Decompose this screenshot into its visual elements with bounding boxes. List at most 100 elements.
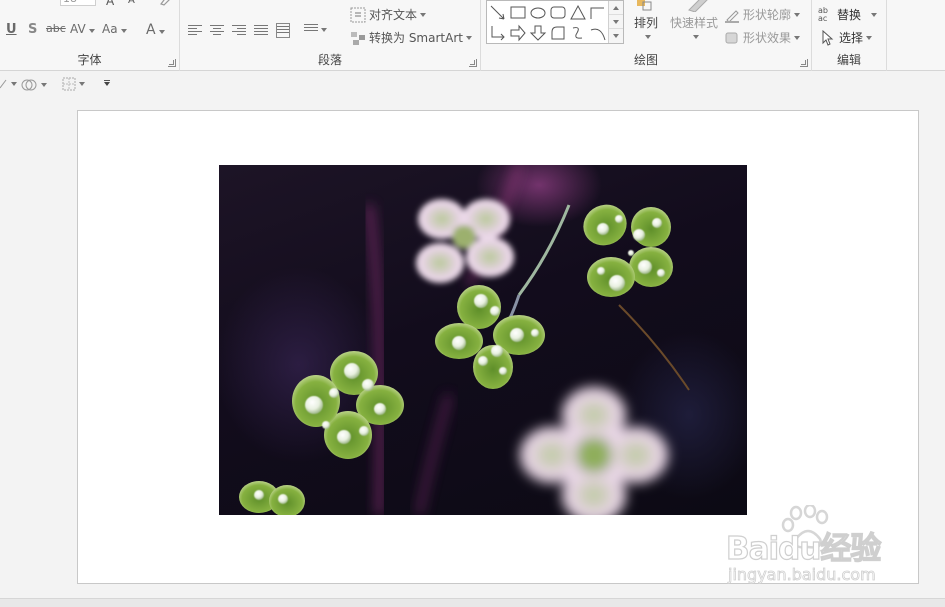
chevron-down-icon bbox=[11, 82, 17, 86]
arrange-icon bbox=[637, 0, 652, 11]
status-bar bbox=[0, 598, 945, 607]
shape-outline-button[interactable]: 形状轮廓 bbox=[724, 6, 801, 23]
chevron-down-icon bbox=[465, 35, 472, 40]
gallery-scroll[interactable] bbox=[608, 1, 623, 43]
shape-effects-button[interactable]: 形状效果 bbox=[724, 29, 801, 46]
shape-effects-icon bbox=[724, 30, 740, 46]
align-text-icon bbox=[350, 7, 366, 23]
editing-group: ab ac 替换 选择 编辑 bbox=[812, 0, 887, 71]
line-spacing-icon[interactable] bbox=[320, 0, 334, 8]
chevron-down-icon bbox=[644, 35, 651, 39]
paragraph-dialog-launcher-icon[interactable] bbox=[469, 59, 477, 67]
shadow-button[interactable]: S bbox=[28, 22, 37, 37]
clover-dewdrops-photo[interactable] bbox=[219, 165, 747, 515]
char-spacing-label: AV bbox=[70, 22, 86, 36]
font-color-button[interactable]: A bbox=[146, 22, 165, 38]
grid-icon bbox=[62, 77, 76, 91]
shape-effects-label: 形状效果 bbox=[743, 31, 792, 45]
align-text-button[interactable]: 对齐文本 bbox=[350, 6, 427, 23]
shape-outline-label: 形状轮廓 bbox=[743, 8, 792, 22]
chevron-down-icon bbox=[794, 35, 801, 40]
align-right-icon[interactable] bbox=[232, 25, 246, 37]
scroll-down-icon[interactable] bbox=[609, 15, 623, 29]
gallery-more-icon[interactable] bbox=[609, 29, 623, 43]
quick-styles-button[interactable]: 快速样式 bbox=[670, 0, 718, 39]
align-center-icon[interactable] bbox=[210, 25, 224, 37]
editing-group-label: 编辑 bbox=[836, 53, 861, 67]
smartart-icon bbox=[350, 30, 366, 46]
chevron-down-icon bbox=[871, 12, 878, 17]
convert-smartart-button[interactable]: 转换为 SmartArt bbox=[350, 29, 472, 46]
font-group: 18 A A U S abc AV Aa A 字体 bbox=[0, 0, 180, 71]
replace-icon: ab ac bbox=[818, 5, 828, 23]
shape-style-button[interactable] bbox=[20, 77, 47, 93]
slide-canvas[interactable] bbox=[77, 110, 919, 584]
scroll-up-icon[interactable] bbox=[609, 1, 623, 15]
select-button[interactable]: 选择 bbox=[820, 29, 873, 46]
indent-icon[interactable] bbox=[268, 0, 282, 8]
shapes-gallery[interactable] bbox=[486, 0, 624, 44]
fill-icon bbox=[0, 79, 7, 89]
grow-font-button[interactable]: A bbox=[106, 0, 114, 8]
chevron-down-icon bbox=[88, 29, 95, 33]
secondary-toolbar bbox=[0, 72, 945, 98]
quick-styles-icon bbox=[688, 0, 708, 12]
strikethrough-button[interactable]: abc bbox=[46, 22, 66, 35]
chevron-down-icon bbox=[866, 35, 873, 40]
chevron-down-icon bbox=[41, 83, 47, 87]
chevron-down-icon bbox=[104, 82, 110, 86]
align-text-label: 对齐文本 bbox=[369, 8, 418, 22]
cursor-arrow-icon bbox=[820, 29, 836, 46]
chevron-down-icon bbox=[692, 35, 699, 39]
select-label: 选择 bbox=[839, 31, 864, 45]
overlap-circles-icon bbox=[21, 79, 37, 91]
rectangle-shape-icon[interactable] bbox=[509, 4, 527, 22]
shape-fill-button[interactable] bbox=[0, 78, 17, 90]
text-direction-icon bbox=[304, 24, 318, 36]
chevron-down-icon bbox=[321, 28, 327, 32]
oval-shape-icon[interactable] bbox=[529, 4, 547, 22]
elbow-arrow-shape-icon[interactable] bbox=[489, 24, 507, 42]
drawing-dialog-launcher-icon[interactable] bbox=[800, 59, 808, 67]
arc-shape-icon[interactable] bbox=[589, 24, 607, 42]
line-arrow-shape-icon[interactable] bbox=[489, 4, 507, 22]
change-case-label: Aa bbox=[102, 22, 118, 36]
underline-button[interactable]: U bbox=[6, 22, 17, 37]
clear-format-icon[interactable] bbox=[158, 0, 172, 6]
chevron-down-icon bbox=[158, 30, 165, 34]
customize-qat-button[interactable] bbox=[104, 80, 110, 86]
paragraph-group-label: 段落 bbox=[317, 53, 342, 67]
ribbon: 18 A A U S abc AV Aa A 字体 对齐文本 bbox=[0, 0, 945, 71]
align-left-icon[interactable] bbox=[188, 25, 202, 37]
font-size-box[interactable]: 18 bbox=[60, 0, 96, 6]
replace-button[interactable]: ab ac 替换 bbox=[818, 5, 878, 23]
columns-icon[interactable] bbox=[276, 23, 290, 38]
char-spacing-button[interactable]: AV bbox=[70, 22, 95, 36]
justify-icon[interactable] bbox=[254, 25, 268, 37]
drawing-group-label: 绘图 bbox=[633, 53, 658, 67]
convert-smartart-label: 转换为 SmartArt bbox=[369, 31, 463, 45]
change-case-button[interactable]: Aa bbox=[102, 22, 127, 36]
quick-styles-label: 快速样式 bbox=[670, 16, 719, 30]
arrange-label: 排列 bbox=[634, 16, 659, 30]
qat-bar-icon bbox=[104, 80, 110, 81]
font-group-label: 字体 bbox=[77, 53, 102, 67]
gridlines-button[interactable] bbox=[62, 77, 85, 91]
down-arrow-shape-icon[interactable] bbox=[529, 24, 547, 42]
triangle-shape-icon[interactable] bbox=[569, 4, 587, 22]
bullets-icon[interactable] bbox=[188, 0, 202, 8]
font-color-label: A bbox=[146, 22, 156, 38]
arrange-button[interactable]: 排列 bbox=[634, 0, 658, 39]
font-dialog-launcher-icon[interactable] bbox=[168, 59, 176, 67]
right-arrow-shape-icon[interactable] bbox=[509, 24, 527, 42]
pentagon-shape-icon[interactable] bbox=[549, 24, 567, 42]
rounded-rect-shape-icon[interactable] bbox=[549, 4, 567, 22]
paragraph-group: 对齐文本 转换为 SmartArt 段落 bbox=[180, 0, 481, 71]
curve-shape-icon[interactable] bbox=[569, 24, 587, 42]
text-direction-button[interactable] bbox=[304, 24, 327, 36]
shrink-font-button[interactable]: A bbox=[128, 0, 135, 6]
elbow-connector-shape-icon[interactable] bbox=[589, 4, 607, 22]
chevron-down-icon bbox=[120, 29, 127, 33]
chevron-down-icon bbox=[420, 12, 427, 17]
chevron-down-icon bbox=[794, 12, 801, 17]
